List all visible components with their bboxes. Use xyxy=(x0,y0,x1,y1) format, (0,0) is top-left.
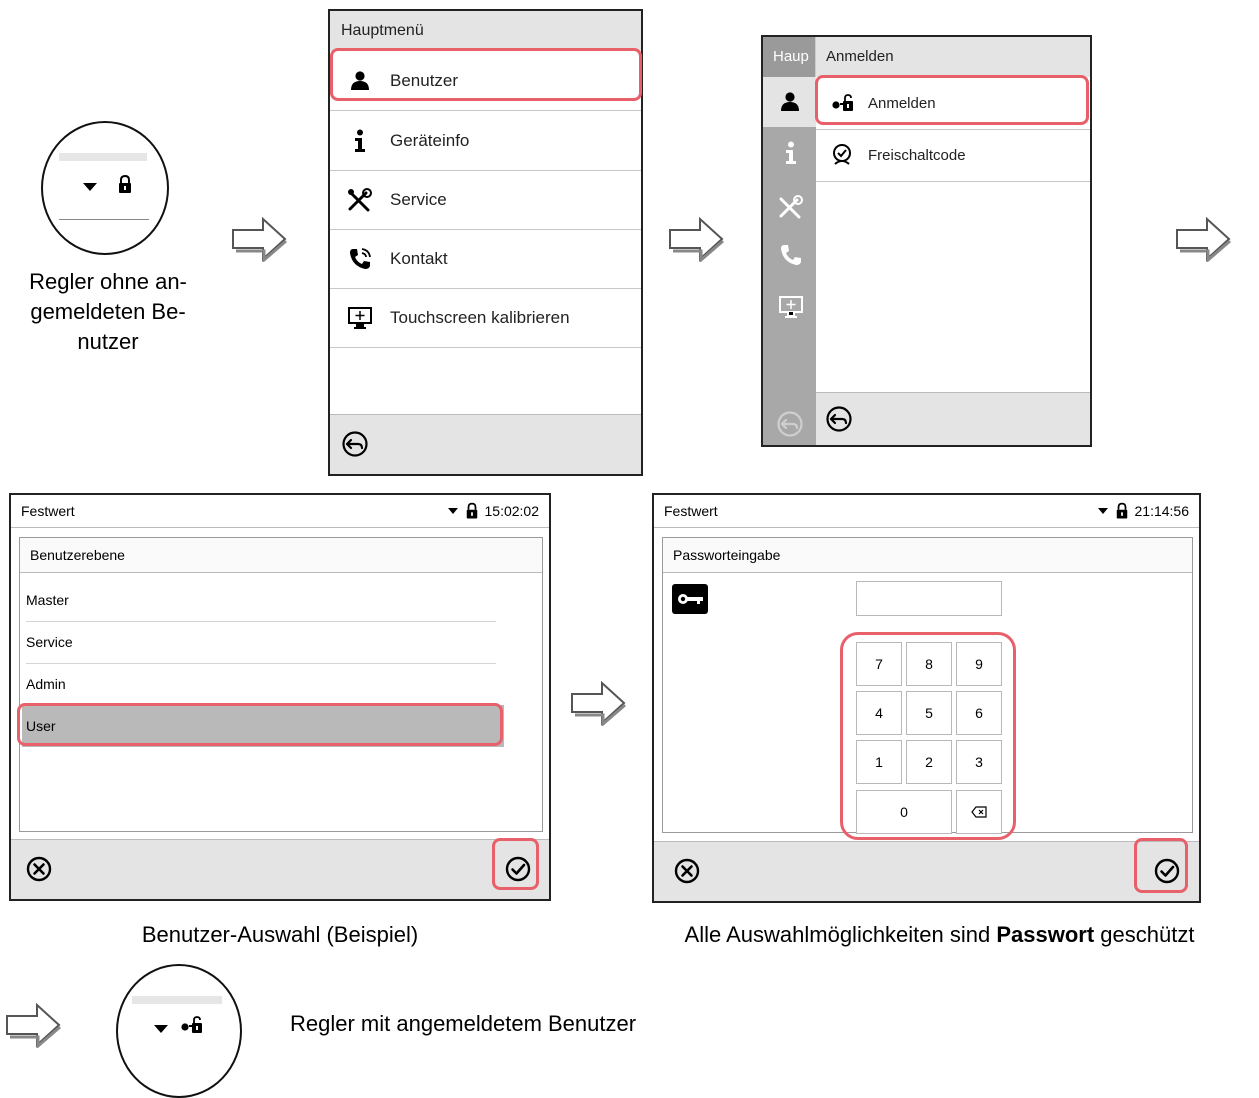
menu-item-service[interactable]: Service xyxy=(330,170,641,230)
highlight-confirm xyxy=(1134,838,1188,893)
phone-icon xyxy=(350,247,371,269)
password-caption: Alle Auswahlmöglichkeiten sind Passwort … xyxy=(684,922,1195,947)
dropdown-arrow-icon[interactable] xyxy=(447,506,459,516)
lock-icon xyxy=(118,175,132,194)
main-menu-title: Hauptmenü xyxy=(330,11,641,51)
user-select-footer xyxy=(11,839,549,899)
step1-caption: Regler ohne an- gemeldeten Be- nutzer xyxy=(29,269,187,354)
unlock-code-icon xyxy=(833,144,851,165)
user-option-admin[interactable]: Admin xyxy=(26,663,496,706)
arrow-icon xyxy=(668,217,724,262)
clock: 15:02:02 xyxy=(484,503,540,519)
main-menu-footer xyxy=(330,414,641,474)
arrow-icon xyxy=(5,1003,61,1048)
back-icon[interactable] xyxy=(342,431,369,458)
tools-icon[interactable] xyxy=(778,195,804,219)
mode-label: Festwert xyxy=(21,503,75,519)
back-icon[interactable] xyxy=(826,406,853,433)
arrow-icon xyxy=(1175,217,1231,262)
tools-icon xyxy=(348,187,372,211)
highlight-keypad xyxy=(840,632,1016,840)
result-caption: Regler mit angemeldetem Benutzer xyxy=(290,1011,637,1036)
controller-magnifier-logged-in xyxy=(116,964,242,1098)
menu-item-geraeteinfo[interactable]: Geräteinfo xyxy=(330,111,641,171)
user-option-master[interactable]: Master xyxy=(26,579,496,622)
info-icon[interactable] xyxy=(784,141,798,165)
cancel-icon[interactable] xyxy=(26,856,53,883)
touchscreen-icon xyxy=(348,306,372,329)
password-footer xyxy=(654,841,1199,901)
menu-item-freischaltcode[interactable]: Freischaltcode xyxy=(816,129,1090,182)
mode-label: Festwert xyxy=(664,503,718,519)
phone-icon[interactable] xyxy=(779,243,803,267)
user-option-service[interactable]: Service xyxy=(26,621,496,664)
user-select-caption: Benutzer-Auswahl (Beispiel) xyxy=(141,922,419,947)
arrow-icon xyxy=(570,681,626,726)
back-icon-inactive xyxy=(777,411,803,437)
status-bar: Festwert 15:02:02 xyxy=(11,495,549,528)
touchscreen-icon[interactable] xyxy=(779,296,803,318)
dropdown-arrow-icon xyxy=(83,183,97,191)
cancel-icon[interactable] xyxy=(674,858,701,885)
info-icon xyxy=(355,129,365,152)
login-menu-footer xyxy=(816,392,1090,445)
key-icon xyxy=(672,584,708,614)
arrow-icon xyxy=(231,217,287,262)
menu-sidebar: Haup xyxy=(763,37,816,445)
panel-title: Passworteingabe xyxy=(663,538,1192,573)
menu-item-kontakt[interactable]: Kontakt xyxy=(330,229,641,289)
highlight-user xyxy=(17,703,503,746)
menu-item-touchscreen[interactable]: Touchscreen kalibrieren xyxy=(330,288,641,348)
password-input[interactable] xyxy=(856,581,1002,616)
login-icon xyxy=(180,1016,203,1034)
lock-icon xyxy=(465,502,478,520)
controller-magnifier-locked xyxy=(41,121,169,255)
clock: 21:14:56 xyxy=(1134,503,1190,519)
login-menu-title: Anmelden xyxy=(816,37,1090,77)
highlight-benutzer xyxy=(330,48,642,101)
user-select-screen: Festwert 15:02:02 Benutzerebene Master S… xyxy=(9,493,551,901)
highlight-anmelden xyxy=(815,75,1089,125)
panel-title: Benutzerebene xyxy=(20,538,542,573)
lock-icon xyxy=(1115,502,1128,520)
user-icon xyxy=(781,92,799,111)
dropdown-arrow-icon[interactable] xyxy=(1097,506,1109,516)
dropdown-arrow-icon xyxy=(154,1025,168,1033)
highlight-confirm xyxy=(492,838,539,890)
status-bar: Festwert 21:14:56 xyxy=(654,495,1199,528)
sidebar-item-user[interactable] xyxy=(763,77,816,127)
sidebar-title: Haup xyxy=(763,37,816,77)
user-level-panel: Benutzerebene Master Service Admin User xyxy=(19,537,543,832)
